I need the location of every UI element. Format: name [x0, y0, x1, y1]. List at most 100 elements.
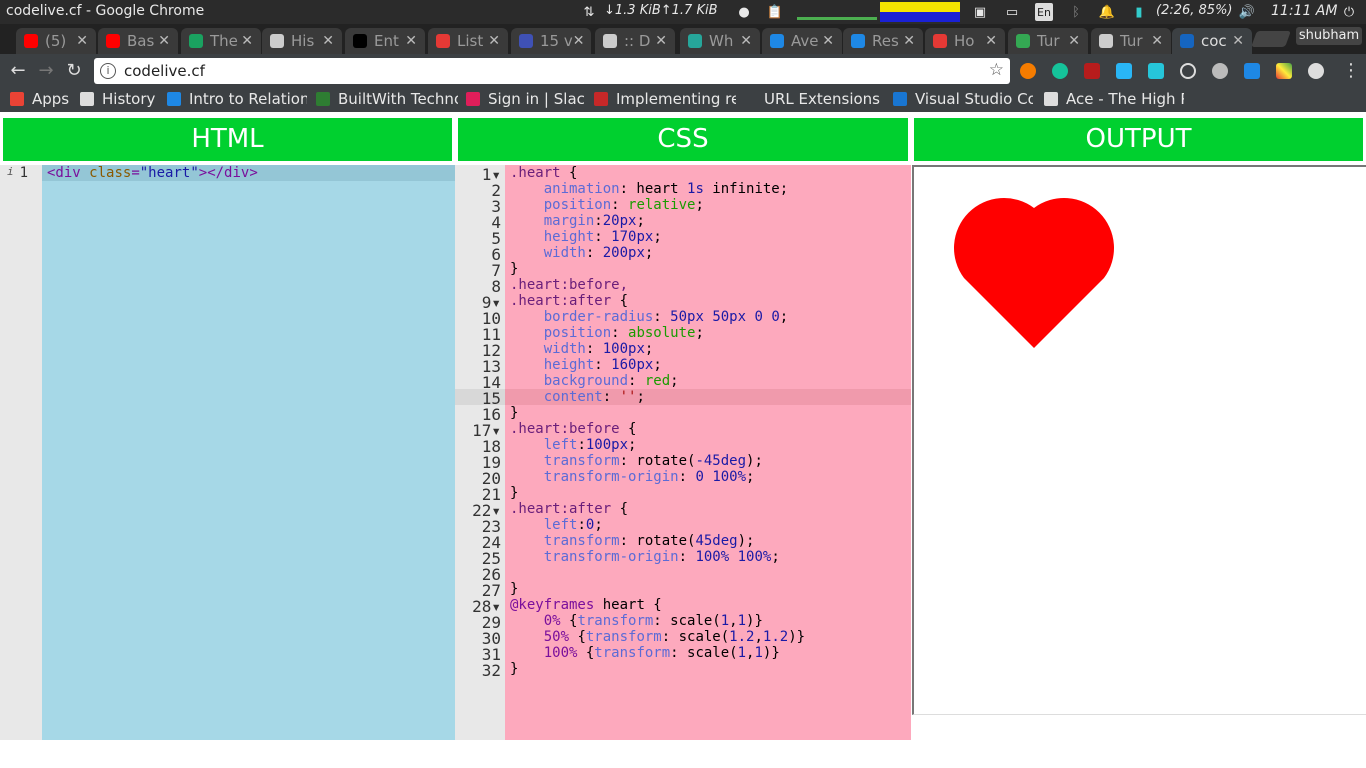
code-line[interactable]: width: 100px;: [505, 341, 911, 357]
tab-close-icon[interactable]: ✕: [405, 33, 417, 49]
screenshot-icon[interactable]: ▣: [971, 3, 989, 21]
code-line[interactable]: position: absolute;: [505, 325, 911, 341]
extension-icon-2[interactable]: [1148, 63, 1164, 79]
code-line[interactable]: .heart:before,: [505, 277, 911, 293]
tab-close-icon[interactable]: ✕: [740, 33, 752, 49]
tab-2[interactable]: The ✕: [181, 28, 261, 54]
bluetooth-icon[interactable]: ᛒ: [1067, 3, 1085, 21]
code-line[interactable]: transform: rotate(-45deg);: [505, 453, 911, 469]
tab-close-icon[interactable]: ✕: [655, 33, 667, 49]
bookmark-star-icon[interactable]: ☆: [989, 60, 1004, 80]
target-icon[interactable]: [1180, 63, 1196, 79]
tab-0[interactable]: (5) ✕: [16, 28, 96, 54]
css-editor[interactable]: .heart { animation: heart 1s infinite; p…: [505, 165, 911, 740]
bookmark-item[interactable]: Intro to Relation: [167, 90, 307, 108]
tab-close-icon[interactable]: ✕: [76, 33, 88, 49]
code-line[interactable]: position: relative;: [505, 197, 911, 213]
code-line[interactable]: border-radius: 50px 50px 0 0;: [505, 309, 911, 325]
notification-bell-icon[interactable]: 🔔: [1098, 3, 1116, 21]
tab-14[interactable]: coc ✕: [1172, 28, 1252, 54]
reload-icon[interactable]: ↻: [63, 60, 85, 82]
site-info-icon[interactable]: i: [100, 63, 116, 79]
code-line[interactable]: }: [505, 405, 911, 421]
tab-close-icon[interactable]: ✕: [903, 33, 915, 49]
tab-close-icon[interactable]: ✕: [241, 33, 253, 49]
code-line[interactable]: transform: rotate(45deg);: [505, 533, 911, 549]
code-line[interactable]: }: [505, 485, 911, 501]
code-line[interactable]: background: red;: [505, 373, 911, 389]
code-line[interactable]: animation: heart 1s infinite;: [505, 181, 911, 197]
code-line[interactable]: <div class="heart"></div>: [42, 165, 455, 181]
tab-7[interactable]: :: D ✕: [595, 28, 675, 54]
color-picker-icon[interactable]: [1276, 63, 1292, 79]
tab-8[interactable]: Wh ✕: [680, 28, 760, 54]
tab-6[interactable]: 15 v ✕: [511, 28, 591, 54]
back-arrow-icon[interactable]: ←: [7, 60, 29, 82]
code-line[interactable]: height: 160px;: [505, 357, 911, 373]
tab-close-icon[interactable]: ✕: [985, 33, 997, 49]
code-line[interactable]: }: [505, 261, 911, 277]
code-line[interactable]: .heart:after {: [505, 501, 911, 517]
code-line[interactable]: }: [505, 581, 911, 597]
profile-button[interactable]: shubham: [1296, 27, 1362, 45]
code-line[interactable]: margin:20px;: [505, 213, 911, 229]
code-line[interactable]: transform-origin: 100% 100%;: [505, 549, 911, 565]
code-line[interactable]: 50% {transform: scale(1.2,1.2)}: [505, 629, 911, 645]
address-bar[interactable]: i codelive.cf ☆: [94, 58, 1010, 84]
code-line[interactable]: .heart {: [505, 165, 911, 181]
code-line[interactable]: @keyframes heart {: [505, 597, 911, 613]
bookmark-item[interactable]: Apps: [10, 90, 69, 108]
bookmark-item[interactable]: History: [80, 90, 155, 108]
code-line[interactable]: content: '';: [505, 389, 911, 405]
bookmark-item[interactable]: URL Extensions -: [742, 90, 882, 108]
bookmark-item[interactable]: Sign in | Slack: [466, 90, 586, 108]
tab-close-icon[interactable]: ✕: [573, 33, 585, 49]
tab-12[interactable]: Tur ✕: [1008, 28, 1088, 54]
tab-4[interactable]: Ent ✕: [345, 28, 425, 54]
code-line[interactable]: 100% {transform: scale(1,1)}: [505, 645, 911, 661]
power-icon[interactable]: ⏻: [1340, 3, 1358, 21]
code-line[interactable]: transform-origin: 0 100%;: [505, 469, 911, 485]
extension-icon[interactable]: [1020, 63, 1036, 79]
ublock-icon[interactable]: [1084, 63, 1100, 79]
tab-close-icon[interactable]: ✕: [158, 33, 170, 49]
code-line[interactable]: .heart:before {: [505, 421, 911, 437]
tab-1[interactable]: Bas ✕: [98, 28, 178, 54]
code-line[interactable]: height: 170px;: [505, 229, 911, 245]
tab-close-icon[interactable]: ✕: [1068, 33, 1080, 49]
html-editor[interactable]: <div class="heart"></div>: [42, 165, 455, 740]
tab-5[interactable]: List ✕: [428, 28, 508, 54]
keyboard-layout[interactable]: En: [1035, 3, 1053, 21]
bookmark-item[interactable]: Visual Studio Co: [893, 90, 1033, 108]
battery-icon[interactable]: ▮: [1130, 3, 1148, 21]
code-line[interactable]: width: 200px;: [505, 245, 911, 261]
bookmark-item[interactable]: Ace - The High Pe: [1044, 90, 1184, 108]
tab-close-icon[interactable]: ✕: [1232, 33, 1244, 49]
new-tab-button[interactable]: [1251, 31, 1291, 47]
grammarly-icon[interactable]: [1052, 63, 1068, 79]
tab-close-icon[interactable]: ✕: [322, 33, 334, 49]
tab-3[interactable]: His ✕: [262, 28, 342, 54]
extension-icon-3[interactable]: [1308, 63, 1324, 79]
ghost-icon[interactable]: [1244, 63, 1260, 79]
code-line[interactable]: .heart:after {: [505, 293, 911, 309]
gear-icon[interactable]: [1212, 63, 1228, 79]
code-line[interactable]: }: [505, 661, 911, 677]
tab-close-icon[interactable]: ✕: [822, 33, 834, 49]
code-line[interactable]: [505, 565, 911, 581]
clock[interactable]: 11:11 AM: [1271, 3, 1337, 19]
tab-9[interactable]: Ave ✕: [762, 28, 842, 54]
volume-icon[interactable]: 🔊: [1238, 3, 1256, 21]
music-icon[interactable]: [1116, 63, 1132, 79]
clipboard-icon[interactable]: 📋: [766, 3, 784, 21]
tab-close-icon[interactable]: ✕: [488, 33, 500, 49]
display-icon[interactable]: ▭: [1003, 3, 1021, 21]
tab-close-icon[interactable]: ✕: [1151, 33, 1163, 49]
code-line[interactable]: left:0;: [505, 517, 911, 533]
code-line[interactable]: left:100px;: [505, 437, 911, 453]
tab-13[interactable]: Tur ✕: [1091, 28, 1171, 54]
forward-arrow-icon[interactable]: →: [35, 60, 57, 82]
tab-10[interactable]: Res ✕: [843, 28, 923, 54]
code-line[interactable]: 0% {transform: scale(1,1)}: [505, 613, 911, 629]
bookmark-item[interactable]: BuiltWith Techno: [316, 90, 458, 108]
